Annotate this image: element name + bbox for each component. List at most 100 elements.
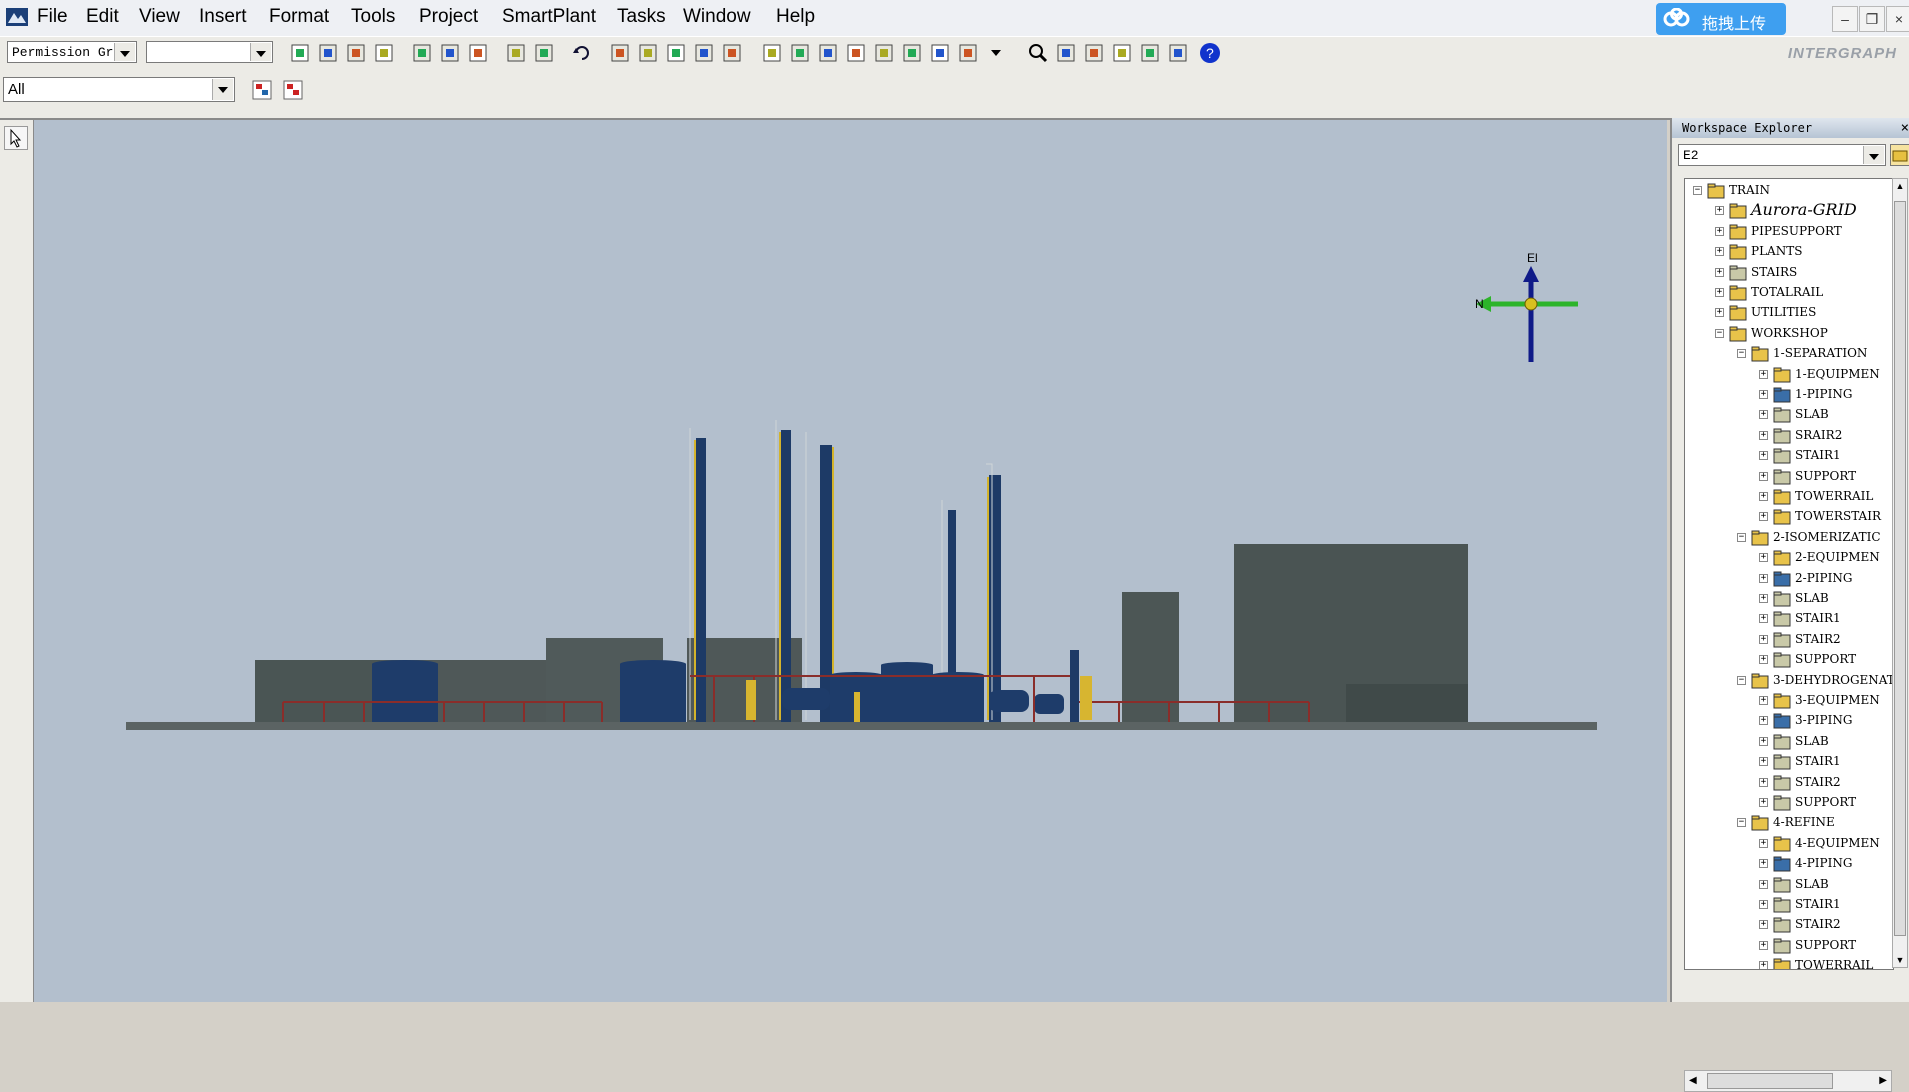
- pencil-button[interactable]: [720, 41, 744, 65]
- expand-icon[interactable]: +: [1759, 736, 1768, 746]
- chevron-down-icon[interactable]: [212, 79, 233, 100]
- menu-insert[interactable]: Insert: [199, 6, 247, 28]
- rotate-view-button[interactable]: [1138, 41, 1162, 65]
- expand-icon[interactable]: +: [1759, 961, 1768, 969]
- menu-tasks[interactable]: Tasks: [617, 6, 666, 28]
- expand-icon[interactable]: +: [1759, 716, 1768, 726]
- close-button[interactable]: ×: [1886, 6, 1909, 32]
- expand-icon[interactable]: +: [1759, 471, 1768, 481]
- expand-icon[interactable]: +: [1759, 859, 1768, 869]
- chevron-down-icon[interactable]: [114, 43, 135, 61]
- menu-edit[interactable]: Edit: [86, 6, 119, 28]
- expand-icon[interactable]: +: [1715, 267, 1724, 277]
- expand-icon[interactable]: +: [1759, 594, 1768, 603]
- workspace-properties-button[interactable]: [1890, 144, 1909, 166]
- scroll-right-icon[interactable]: ▶: [1879, 1075, 1887, 1086]
- expand-icon[interactable]: +: [1759, 390, 1768, 399]
- menu-smartplant[interactable]: SmartPlant: [502, 6, 596, 28]
- expand-icon[interactable]: +: [1759, 900, 1768, 909]
- menu-view[interactable]: View: [139, 6, 180, 28]
- expand-icon[interactable]: +: [1759, 879, 1768, 889]
- expand-icon[interactable]: +: [1759, 573, 1768, 583]
- copy-button[interactable]: [410, 41, 434, 65]
- expand-icon[interactable]: +: [1759, 920, 1768, 930]
- expand-icon[interactable]: +: [1759, 410, 1768, 420]
- expand-icon[interactable]: +: [1759, 838, 1768, 848]
- collapse-icon[interactable]: −: [1737, 675, 1746, 685]
- rotate-button[interactable]: [532, 41, 556, 65]
- scroll-thumb[interactable]: [1894, 201, 1906, 936]
- dropdown-button[interactable]: [984, 41, 1008, 65]
- list-button[interactable]: [956, 41, 980, 65]
- shade-button[interactable]: [1166, 41, 1190, 65]
- cloud-upload-button[interactable]: 拖拽上传: [1656, 3, 1786, 35]
- active-filter-combo[interactable]: [146, 41, 273, 63]
- expand-icon[interactable]: +: [1759, 451, 1768, 461]
- workspace-tree[interactable]: − TRAIN + Aurora-GRID + PIPESUPPORT + PLANTS + ST…: [1684, 178, 1894, 970]
- permission-group-combo[interactable]: Permission Gro: [7, 41, 137, 63]
- filter-combo[interactable]: All: [3, 77, 235, 102]
- collapse-icon[interactable]: −: [1737, 818, 1746, 828]
- select-filter-button[interactable]: [250, 78, 274, 102]
- refresh-button[interactable]: [372, 41, 396, 65]
- graph-button[interactable]: [692, 41, 716, 65]
- scroll-up-icon[interactable]: ▲: [1895, 181, 1905, 191]
- expand-icon[interactable]: +: [1759, 369, 1768, 379]
- undo-button[interactable]: [570, 41, 594, 65]
- collapse-icon[interactable]: −: [1715, 328, 1724, 338]
- cube-button[interactable]: [816, 41, 840, 65]
- menu-format[interactable]: Format: [269, 6, 329, 28]
- new-button[interactable]: [288, 41, 312, 65]
- chevron-down-icon[interactable]: [250, 43, 271, 61]
- save-button[interactable]: [344, 41, 368, 65]
- expand-icon[interactable]: +: [1715, 206, 1724, 216]
- chevron-down-icon[interactable]: [1863, 146, 1884, 164]
- app-icon[interactable]: [6, 8, 28, 26]
- fit-button[interactable]: [1110, 41, 1134, 65]
- close-icon[interactable]: ×: [1901, 120, 1909, 136]
- expand-icon[interactable]: +: [1759, 430, 1768, 440]
- expand-icon[interactable]: +: [1715, 226, 1724, 236]
- expand-icon[interactable]: +: [1759, 798, 1768, 807]
- menu-tools[interactable]: Tools: [351, 6, 395, 28]
- scroll-down-icon[interactable]: ▼: [1895, 955, 1905, 965]
- tree-vertical-scrollbar[interactable]: ▲ ▼: [1892, 178, 1908, 968]
- minimize-button[interactable]: –: [1832, 6, 1858, 32]
- clip-button[interactable]: [844, 41, 868, 65]
- view-button[interactable]: [760, 41, 784, 65]
- select-tool-button[interactable]: [4, 126, 28, 150]
- expand-icon[interactable]: +: [1715, 308, 1724, 318]
- expand-icon[interactable]: +: [1715, 288, 1724, 297]
- zoom-button[interactable]: [1026, 41, 1050, 65]
- measure-button[interactable]: [608, 41, 632, 65]
- camera-button[interactable]: [900, 41, 924, 65]
- workspace-combo[interactable]: E2: [1678, 144, 1886, 166]
- help-button[interactable]: ?: [1198, 41, 1222, 65]
- expand-icon[interactable]: +: [1759, 634, 1768, 644]
- select-view-button[interactable]: [928, 41, 952, 65]
- restore-button[interactable]: ❐: [1859, 6, 1885, 32]
- graphic-view[interactable]: El N: [34, 120, 1667, 1002]
- expand-icon[interactable]: +: [1759, 655, 1768, 665]
- zoom-area-button[interactable]: [1082, 41, 1106, 65]
- expand-icon[interactable]: +: [1759, 940, 1768, 950]
- menu-window[interactable]: Window: [683, 6, 751, 28]
- menu-file[interactable]: File: [37, 6, 68, 28]
- tree-horizontal-scrollbar[interactable]: ◀ ▶: [1684, 1070, 1892, 1092]
- expand-icon[interactable]: +: [1759, 614, 1768, 624]
- properties-button[interactable]: [636, 41, 660, 65]
- menu-project[interactable]: Project: [419, 6, 478, 28]
- expand-icon[interactable]: +: [1759, 757, 1768, 767]
- collapse-icon[interactable]: −: [1737, 349, 1746, 359]
- delete-button[interactable]: [466, 41, 490, 65]
- expand-icon[interactable]: +: [1759, 696, 1768, 705]
- refresh-filter-button[interactable]: [281, 78, 305, 102]
- scroll-left-icon[interactable]: ◀: [1689, 1075, 1697, 1086]
- expand-icon[interactable]: +: [1715, 247, 1724, 257]
- pan-button[interactable]: [1054, 41, 1078, 65]
- collapse-icon[interactable]: −: [1693, 186, 1702, 195]
- menu-help[interactable]: Help: [776, 6, 815, 28]
- expand-icon[interactable]: +: [1759, 512, 1768, 522]
- expand-icon[interactable]: +: [1759, 553, 1768, 563]
- check-button[interactable]: [664, 41, 688, 65]
